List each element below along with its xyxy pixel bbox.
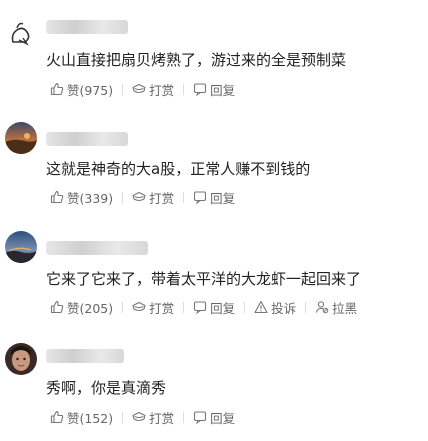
reply-label: 回复 bbox=[210, 82, 236, 98]
comment-actions: 赞(339) 打赏 回复 bbox=[50, 188, 235, 206]
like-count: 赞(339) bbox=[67, 190, 114, 206]
avatar[interactable] bbox=[5, 18, 37, 50]
tip-icon bbox=[132, 83, 146, 94]
tip-button[interactable]: 打赏 bbox=[132, 80, 174, 99]
tip-button[interactable]: 打赏 bbox=[132, 298, 174, 317]
divider bbox=[122, 301, 124, 313]
reply-icon bbox=[194, 301, 207, 314]
like-button[interactable]: 赞(975) bbox=[50, 80, 113, 99]
avatar[interactable] bbox=[5, 231, 37, 263]
divider bbox=[122, 83, 124, 95]
reply-icon bbox=[194, 191, 207, 204]
reply-icon bbox=[194, 83, 207, 96]
comment-item: 秀啊，你是真滴秀 赞(152) 打赏 回复 bbox=[0, 330, 428, 441]
tip-label: 打赏 bbox=[149, 410, 175, 426]
tip-icon bbox=[132, 411, 146, 422]
report-button[interactable]: 投诉 bbox=[254, 298, 296, 317]
divider bbox=[183, 191, 185, 203]
warning-icon bbox=[254, 300, 268, 314]
username-blurred bbox=[46, 349, 124, 363]
divider bbox=[183, 83, 185, 95]
divider bbox=[183, 411, 185, 423]
divider bbox=[122, 191, 124, 203]
reply-label: 回复 bbox=[210, 410, 236, 426]
comment-actions: 赞(205) 打赏 回复 投诉 拉黑 bbox=[50, 298, 357, 316]
tip-label: 打赏 bbox=[149, 300, 175, 316]
comment-text: 这就是神奇的大a股，正常人赚不到钱的 bbox=[46, 160, 311, 178]
like-count: 赞(205) bbox=[67, 300, 114, 316]
reply-button[interactable]: 回复 bbox=[193, 80, 235, 99]
block-user-icon bbox=[316, 301, 329, 314]
thumbs-up-icon bbox=[50, 82, 64, 96]
thumbs-up-icon bbox=[50, 300, 64, 314]
like-button[interactable]: 赞(339) bbox=[50, 188, 113, 207]
divider bbox=[122, 411, 124, 423]
divider bbox=[183, 301, 185, 313]
thumbs-up-icon bbox=[50, 410, 64, 424]
avatar[interactable] bbox=[5, 122, 37, 154]
comment-actions: 赞(152) 打赏 回复 bbox=[50, 408, 235, 426]
comment-text: 秀啊，你是真滴秀 bbox=[46, 379, 167, 397]
reply-label: 回复 bbox=[210, 300, 236, 316]
username-blurred bbox=[46, 20, 128, 34]
tip-label: 打赏 bbox=[149, 82, 175, 98]
tip-button[interactable]: 打赏 bbox=[132, 188, 174, 207]
tip-icon bbox=[132, 191, 146, 202]
divider bbox=[305, 301, 307, 313]
comment-text: 火山直接把扇贝烤熟了，游过来的全是预制菜 bbox=[46, 51, 347, 69]
comment-item: 它来了它来了，带着太平洋的大龙虾一起回来了 赞(205) 打赏 回复 投诉 拉黑 bbox=[0, 218, 428, 330]
like-button[interactable]: 赞(205) bbox=[50, 298, 113, 317]
block-button[interactable]: 拉黑 bbox=[315, 298, 357, 317]
reply-icon bbox=[194, 411, 207, 424]
divider bbox=[244, 301, 246, 313]
block-label: 拉黑 bbox=[332, 300, 358, 316]
reply-button[interactable]: 回复 bbox=[193, 408, 235, 427]
thumbs-up-icon bbox=[50, 190, 64, 204]
username-blurred bbox=[46, 132, 128, 146]
tip-icon bbox=[132, 301, 146, 312]
comment-item: 这就是神奇的大a股，正常人赚不到钱的 赞(339) 打赏 回复 bbox=[0, 110, 428, 218]
comment-item: 火山直接把扇贝烤熟了，游过来的全是预制菜 赞(975) 打赏 回复 bbox=[0, 0, 428, 110]
like-count: 赞(152) bbox=[67, 410, 114, 426]
username-blurred bbox=[46, 241, 148, 255]
tip-label: 打赏 bbox=[149, 190, 175, 206]
like-count: 赞(975) bbox=[67, 82, 114, 98]
reply-label: 回复 bbox=[210, 190, 236, 206]
reply-button[interactable]: 回复 bbox=[193, 298, 235, 317]
reply-button[interactable]: 回复 bbox=[193, 188, 235, 207]
comment-actions: 赞(975) 打赏 回复 bbox=[50, 80, 235, 98]
comment-text: 它来了它来了，带着太平洋的大龙虾一起回来了 bbox=[46, 270, 362, 288]
report-label: 投诉 bbox=[271, 300, 297, 316]
avatar[interactable] bbox=[5, 343, 37, 375]
tip-button[interactable]: 打赏 bbox=[132, 408, 174, 427]
like-button[interactable]: 赞(152) bbox=[50, 408, 113, 427]
